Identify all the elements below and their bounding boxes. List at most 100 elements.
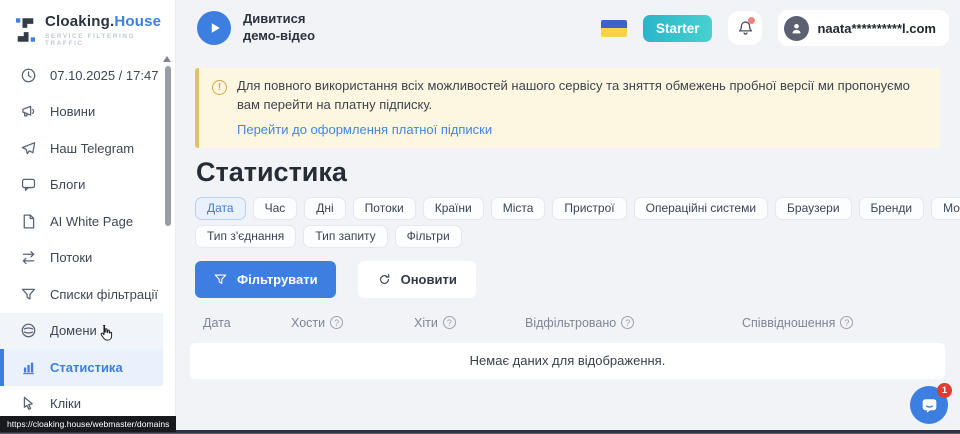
sidebar-item-label: Статистика [50,360,123,375]
tab-12[interactable]: Тип з'єднання [195,225,296,248]
column-label: Дата [203,316,231,330]
sidebar-item-label: Наш Telegram [50,141,134,156]
tab-5[interactable]: Міста [491,197,546,220]
sidebar-item-label: Потоки [50,250,92,265]
logo-primary: Cloaking. [45,13,114,30]
tab-7[interactable]: Операційні системи [634,197,768,220]
hand-cursor-icon [96,324,116,346]
sidebar-nav: 07.10.2025 / 17:47 Новини Наш Telegram Блог… [0,57,163,422]
sidebar-item-1[interactable]: Новини [0,94,163,131]
funnel-icon [213,272,228,287]
sidebar-item-label: Списки фільтрації [50,287,158,302]
sidebar-item-5[interactable]: Потоки [0,240,163,277]
brand-text: Cloaking.House SERVICE FILTERING TRAFFIC [45,13,175,47]
demo-video-label[interactable]: Дивитися демо-відео [243,11,315,45]
column-header-3[interactable]: Відфільтровано [525,316,634,330]
sidebar-item-label: Кліки [50,396,81,411]
stats-tabs: Дата Час Дні Потоки Країни Міста Пристрої Опера… [195,197,960,248]
help-question-icon[interactable] [840,316,853,329]
tab-10[interactable]: Мови [931,197,960,220]
scroll-up-arrow-icon[interactable] [163,56,171,62]
column-header-1[interactable]: Хости [291,316,343,330]
help-question-icon[interactable] [621,316,634,329]
tab-6[interactable]: Пристрої [552,197,626,220]
sidebar-item-8[interactable]: Статистика [0,349,163,386]
tab-8[interactable]: Браузери [775,197,852,220]
bar-chart-icon [20,359,37,376]
sidebar-item-label: Домени [50,323,97,338]
chat-icon [919,395,940,416]
topbar: Дивитися демо-відео Starter [175,0,960,56]
notifications-button[interactable] [728,11,762,45]
column-header-4[interactable]: Співвідношення [742,316,853,330]
ukraine-flag-icon[interactable] [601,20,627,37]
tab-0[interactable]: Дата [195,197,246,220]
tab-14[interactable]: Фільтри [395,225,462,248]
column-label: Співвідношення [742,316,835,330]
sidebar: Cloaking.House SERVICE FILTERING TRAFFIC… [0,0,175,434]
empty-state-row: Немає даних для відображення. [190,343,945,379]
page-title: Статистика [196,157,960,188]
chat-widget-button[interactable]: 1 [910,386,948,424]
tab-13[interactable]: Тип запиту [303,225,387,248]
column-header-0[interactable]: Дата [203,316,231,330]
telegram-icon [20,140,37,157]
plan-badge-button[interactable]: Starter [643,15,713,42]
sidebar-item-2[interactable]: Наш Telegram [0,130,163,167]
sidebar-item-6[interactable]: Списки фільтрації [0,276,163,313]
column-label: Хіти [414,316,438,330]
sidebar-item-label: Блоги [50,177,85,192]
user-email: naata**********l.com [817,21,936,36]
page-icon [20,213,37,230]
filter-button[interactable]: Фільтрувати [195,261,336,298]
sidebar-item-7[interactable]: Домени [0,313,163,350]
demo-video-play-button[interactable] [197,11,231,45]
refresh-icon [377,272,392,287]
tab-3[interactable]: Потоки [353,197,416,220]
sidebar-item-label: 07.10.2025 / 17:47 [50,68,158,83]
column-label: Відфільтровано [525,316,616,330]
cursor-icon [20,395,37,412]
sidebar-item-label: AI White Page [50,214,133,229]
subscription-link[interactable]: Перейти до оформлення платної підписки [237,122,492,137]
sidebar-item-label: Новини [50,104,95,119]
cloaking-house-logo-icon [15,17,36,43]
sidebar-item-3[interactable]: Блоги [0,167,163,204]
refresh-button[interactable]: Оновити [358,261,476,298]
column-label: Хости [291,316,325,330]
scrollbar-thumb[interactable] [165,66,171,226]
megaphone-icon [20,103,37,120]
actions-row: Фільтрувати Оновити [195,261,960,298]
user-account-button[interactable]: naata**********l.com [778,10,949,46]
warning-icon [212,80,227,95]
column-header-2[interactable]: Хіти [414,316,456,330]
sidebar-scrollbar[interactable] [163,56,172,429]
flows-icon [20,249,37,266]
globe-icon [20,322,37,339]
tab-1[interactable]: Час [253,197,298,220]
tab-9[interactable]: Бренди [859,197,925,220]
topbar-right: Starter naata**********l.c [601,10,949,46]
logo-accent: House [114,13,161,30]
tabs-row-1: Дата Час Дні Потоки Країни Міста Пристрої Опера… [195,197,960,220]
brand-logo[interactable]: Cloaking.House SERVICE FILTERING TRAFFIC [0,0,175,47]
tabs-row-2: Тип з'єднання Тип запиту Фільтри [195,225,960,248]
sidebar-item-4[interactable]: AI White Page [0,203,163,240]
user-icon [789,21,804,36]
main-area: Дивитися демо-відео Starter [175,0,960,434]
trial-warning-banner: Для повного використання всіх можливосте… [195,68,940,148]
tab-2[interactable]: Дні [304,197,345,220]
tab-4[interactable]: Країни [423,197,484,220]
stats-table-header: Дата Хости Хіти Відфільтровано Співвідношенн… [190,316,945,334]
help-question-icon[interactable] [443,316,456,329]
avatar [784,16,809,41]
banner-text: Для повного використання всіх можливосте… [237,77,924,115]
help-question-icon[interactable] [330,316,343,329]
link-status-tooltip: https://cloaking.house/webmaster/domains [0,416,176,432]
clock-icon [20,67,37,84]
funnel-icon [20,286,37,303]
app-window: Cloaking.House SERVICE FILTERING TRAFFIC… [0,0,960,434]
sidebar-item-0[interactable]: 07.10.2025 / 17:47 [0,57,163,94]
chat-unread-badge: 1 [937,383,952,398]
brand-tagline: SERVICE FILTERING TRAFFIC [45,33,175,47]
